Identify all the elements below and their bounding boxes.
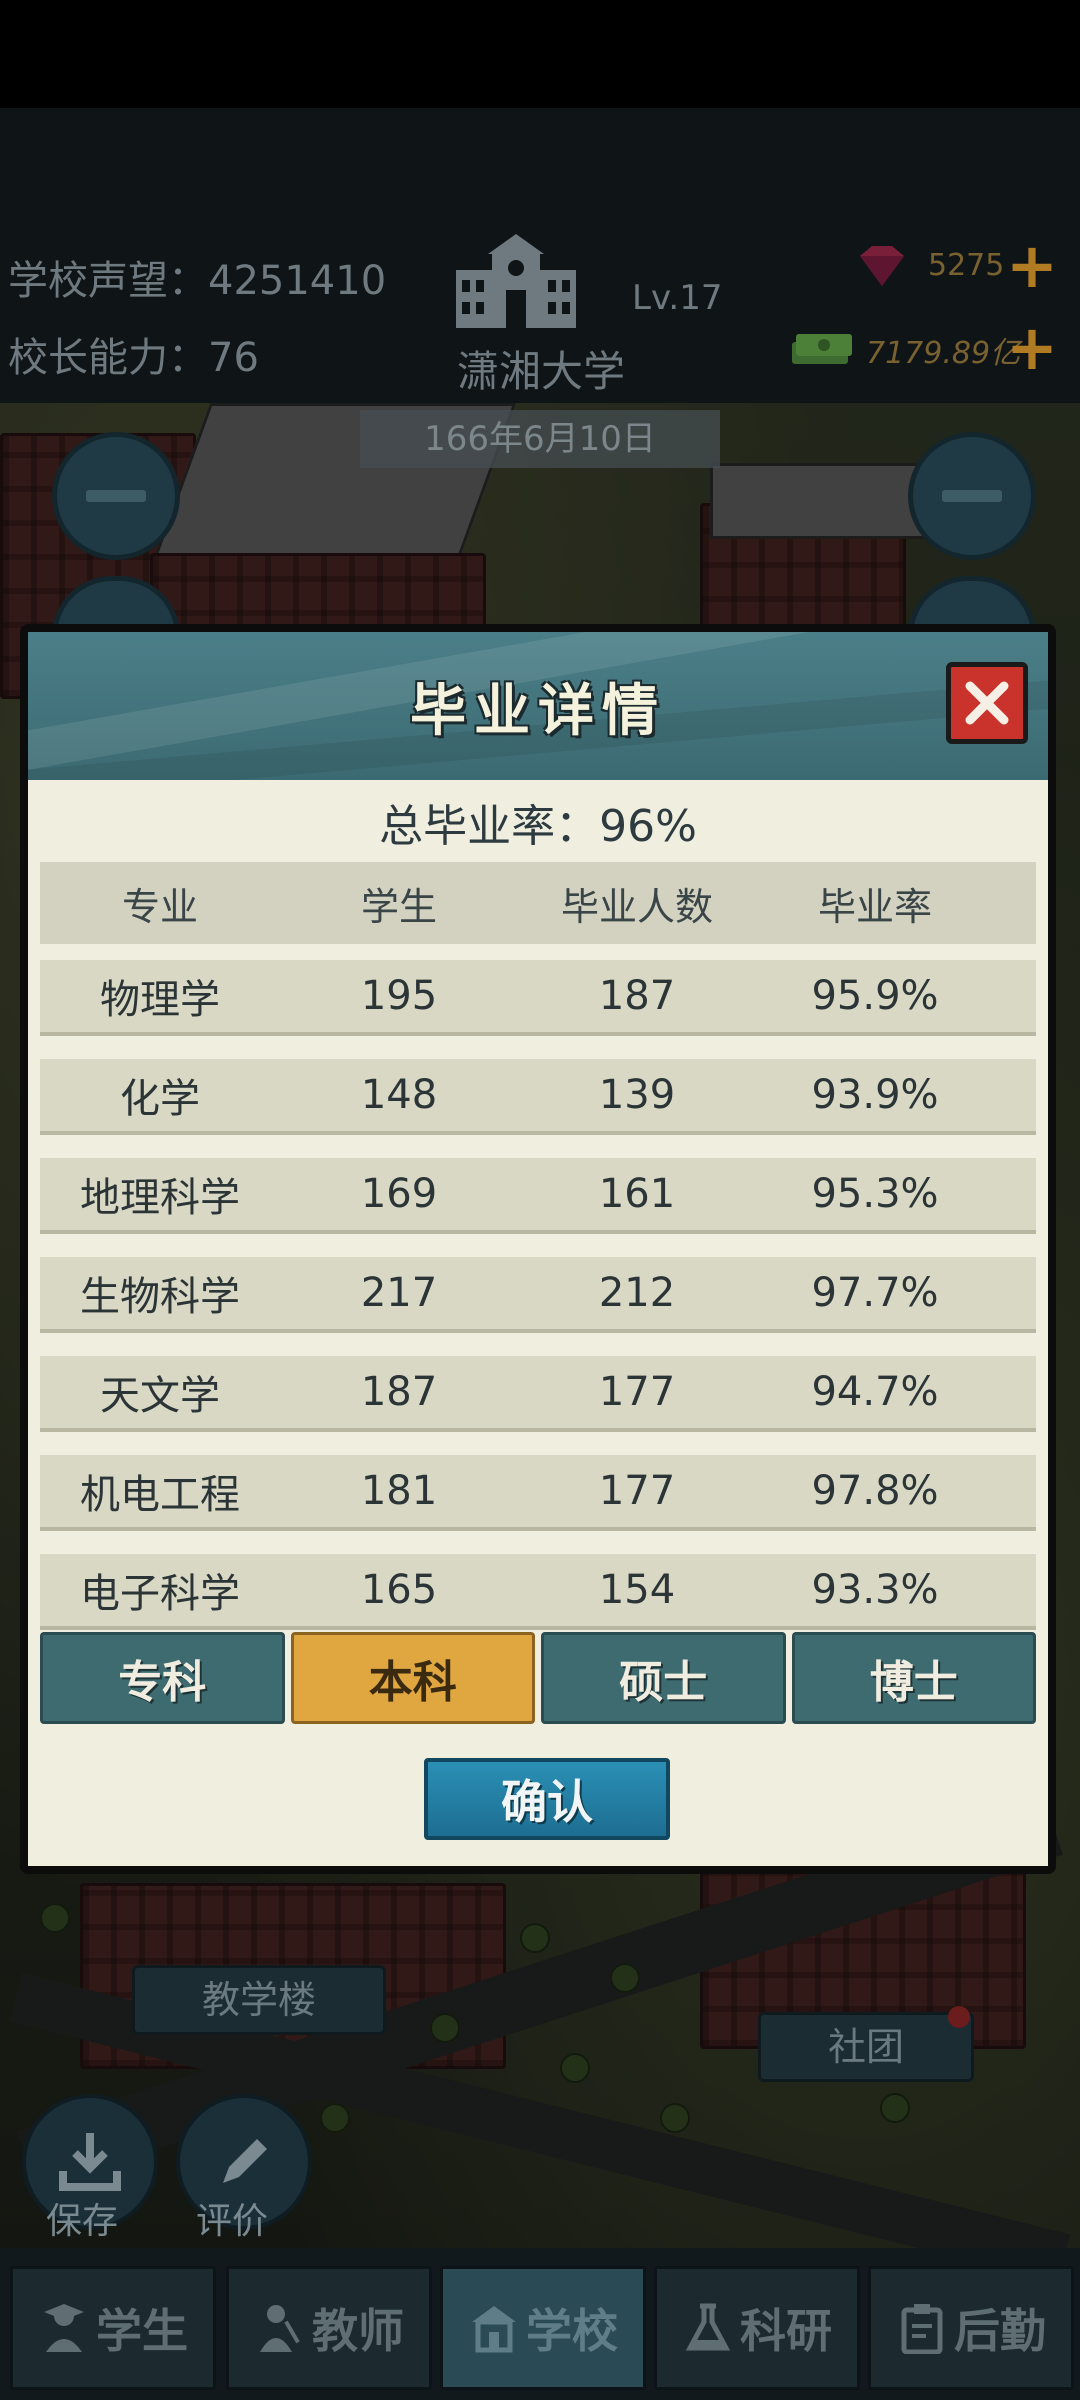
table-row: 地理科学 169 161 95.3% [40, 1158, 1036, 1234]
tab-doctorate[interactable]: 博士 [791, 1632, 1036, 1724]
graduation-rate: 95.3% [811, 1171, 939, 1217]
tab-label: 科研 [740, 2304, 832, 2358]
tab-associate[interactable]: 专科 [40, 1632, 285, 1724]
major-name: 生物科学 [80, 1274, 240, 1320]
graduation-details-dialog: 毕业详情 总毕业率：96% 专业 学生 毕业人数 毕业率 物理学 195 187… [20, 624, 1056, 1874]
minus-icon [86, 490, 146, 502]
major-name: 物理学 [100, 977, 220, 1023]
student-count: 181 [360, 1468, 438, 1514]
major-name: 电子科学 [80, 1571, 240, 1617]
student-count: 187 [360, 1369, 438, 1415]
student-count: 195 [360, 973, 438, 1019]
notification-dot [948, 2006, 970, 2028]
table-row: 物理学 195 187 95.9% [40, 960, 1036, 1036]
table-row: 天文学 187 177 94.7% [40, 1356, 1036, 1432]
gem-icon [860, 246, 904, 286]
close-button[interactable] [946, 662, 1028, 744]
rate-label: 评价 [196, 2201, 269, 2242]
major-name: 化学 [120, 1076, 200, 1122]
confirm-button[interactable]: 确认 [424, 1758, 670, 1840]
school-prestige: 学校声望：4251410 [8, 258, 387, 304]
table-row: 生物科学 217 212 97.7% [40, 1257, 1036, 1333]
table-row: 机电工程 181 177 97.8% [40, 1455, 1036, 1531]
column-header-students: 学生 [360, 884, 437, 929]
gem-count: 5275 [928, 248, 1005, 283]
table-row: 化学 148 139 93.9% [40, 1059, 1036, 1135]
student-count: 148 [360, 1072, 438, 1118]
column-header-major: 专业 [121, 884, 198, 929]
graduation-rate: 97.7% [811, 1270, 939, 1316]
teacher-icon [260, 2305, 300, 2352]
graduate-count: 187 [598, 973, 676, 1019]
clipboard-icon [901, 2304, 943, 2354]
student-count: 165 [360, 1567, 438, 1613]
graduation-rate: 97.8% [811, 1468, 939, 1514]
graduate-count: 177 [598, 1468, 676, 1514]
flask-icon [685, 2303, 731, 2351]
school-name: 潇湘大学 [456, 347, 625, 396]
tab-logistics[interactable]: 后勤 [868, 2266, 1074, 2390]
graduate-count: 177 [598, 1369, 676, 1415]
tab-label: 后勤 [954, 2304, 1046, 2358]
teaching-building-label[interactable]: 教学楼 [132, 1965, 386, 2035]
major-name: 天文学 [100, 1373, 220, 1419]
graduate-count: 154 [598, 1567, 676, 1613]
degree-tabs: 专科 本科 硕士 博士 [40, 1632, 1036, 1724]
minus-icon [942, 490, 1002, 502]
tab-students[interactable]: 学生 [10, 2266, 216, 2390]
table-header: 专业 学生 毕业人数 毕业率 [40, 862, 1036, 944]
student-count: 169 [360, 1171, 438, 1217]
right-minus-button[interactable] [908, 432, 1036, 560]
school-level: Lv.17 [632, 278, 723, 318]
graduation-rate: 94.7% [811, 1369, 939, 1415]
principal-ability: 校长能力：76 [8, 335, 259, 381]
graduation-rate: 93.9% [811, 1072, 939, 1118]
school-building-icon[interactable] [452, 230, 580, 334]
tab-research[interactable]: 科研 [654, 2266, 860, 2390]
graduation-rate: 93.3% [811, 1567, 939, 1613]
left-minus-button[interactable] [52, 432, 180, 560]
major-name: 地理科学 [80, 1175, 240, 1221]
student-count: 217 [360, 1270, 438, 1316]
save-label: 保存 [46, 2201, 119, 2242]
table-row: 电子科学 165 154 93.3% [40, 1554, 1036, 1630]
graduate-count: 139 [598, 1072, 676, 1118]
close-icon [965, 681, 1009, 725]
tab-bachelor[interactable]: 本科 [290, 1632, 535, 1724]
status-bar [0, 0, 1080, 108]
cash-icon [792, 334, 852, 364]
club-label[interactable]: 社团 [758, 2012, 974, 2082]
add-gems-plus-icon[interactable]: + [1006, 235, 1058, 297]
graduate-count: 212 [598, 1270, 676, 1316]
dialog-title: 毕业详情 [410, 679, 666, 744]
total-graduation-rate: 总毕业率：96% [379, 801, 697, 852]
tab-label: 教师 [312, 2304, 404, 2358]
tab-label: 学生 [96, 2304, 188, 2358]
graduate-count: 161 [598, 1171, 676, 1217]
add-money-plus-icon[interactable]: + [1006, 317, 1058, 379]
tab-school[interactable]: 学校 [440, 2266, 646, 2390]
tab-label: 学校 [526, 2304, 618, 2358]
major-name: 机电工程 [80, 1472, 240, 1518]
tab-teachers[interactable]: 教师 [226, 2266, 432, 2390]
major-table-body: 物理学 195 187 95.9% 化学 148 139 93.9% 地理科学 … [40, 960, 1036, 1653]
tab-master[interactable]: 硕士 [541, 1632, 786, 1724]
column-header-rate: 毕业率 [817, 884, 932, 929]
download-icon [59, 2133, 121, 2191]
game-date: 166年6月10日 [360, 410, 720, 468]
pencil-icon [223, 2139, 267, 2183]
money-amount: 7179.89亿 [866, 336, 1021, 371]
graduation-rate: 95.9% [811, 973, 939, 1019]
column-header-graduates: 毕业人数 [560, 884, 713, 929]
student-icon [44, 2304, 84, 2352]
school-icon [472, 2306, 516, 2353]
